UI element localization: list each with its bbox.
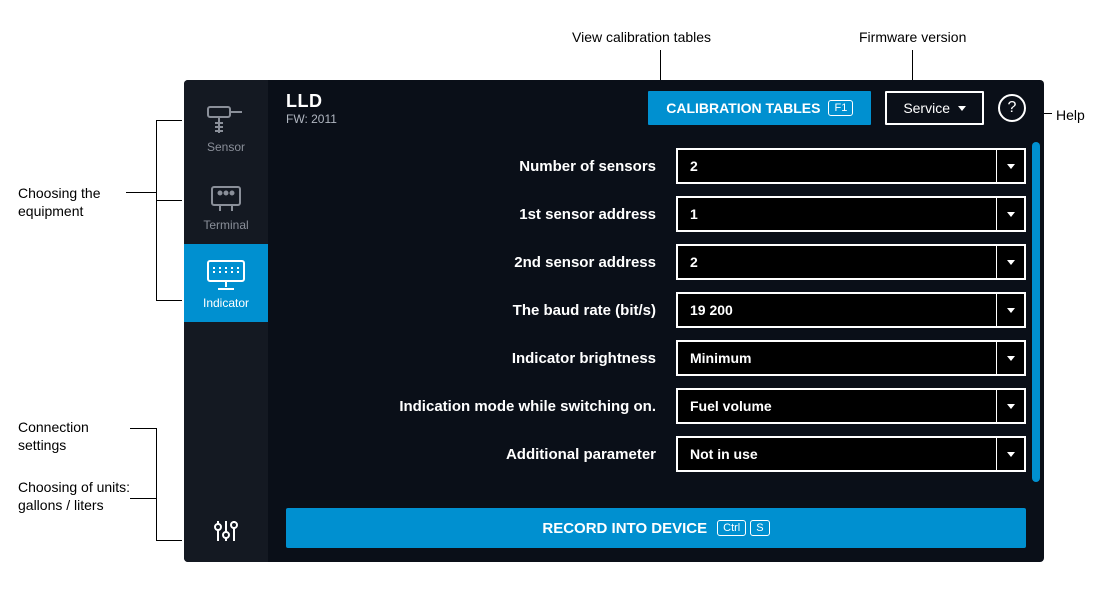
- sidebar-item-sensor[interactable]: Sensor: [184, 88, 268, 166]
- key-hint: S: [750, 520, 769, 536]
- sidebar-label: Indicator: [203, 296, 249, 310]
- annotation-line: [130, 498, 156, 499]
- select-arrow: [996, 438, 1024, 470]
- first-sensor-address-select[interactable]: 1: [676, 196, 1026, 232]
- form-row: 2nd sensor address 2: [286, 238, 1026, 286]
- annotation-line: [156, 540, 182, 541]
- form-row: Number of sensors 2: [286, 142, 1026, 190]
- field-label: Indicator brightness: [286, 350, 656, 367]
- form-area: Number of sensors 2 1st sensor address 1…: [268, 136, 1044, 498]
- field-label: Number of sensors: [286, 158, 656, 175]
- calibration-tables-button[interactable]: CALIBRATION TABLES F1: [648, 91, 871, 125]
- second-sensor-address-select[interactable]: 2: [676, 244, 1026, 280]
- sidebar-label: Sensor: [207, 140, 245, 154]
- chevron-down-icon: [958, 106, 966, 111]
- button-label: RECORD INTO DEVICE: [542, 520, 707, 537]
- scrollbar[interactable]: [1032, 142, 1040, 482]
- service-button[interactable]: Service: [885, 91, 984, 125]
- annotation-calibration: View calibration tables: [572, 28, 711, 46]
- main-panel: LLD FW: 2011 CALIBRATION TABLES F1 Servi…: [268, 80, 1044, 562]
- select-value: Not in use: [678, 446, 996, 462]
- terminal-icon: [206, 178, 246, 218]
- select-value: 19 200: [678, 302, 996, 318]
- additional-parameter-select[interactable]: Not in use: [676, 436, 1026, 472]
- sensor-icon: [206, 100, 246, 140]
- button-label: Service: [903, 100, 950, 116]
- app-window: Sensor Terminal: [184, 80, 1044, 562]
- key-hint: F1: [828, 100, 853, 116]
- form-row: Indication mode while switching on. Fuel…: [286, 382, 1026, 430]
- field-label: 2nd sensor address: [286, 254, 656, 271]
- field-label: The baud rate (bit/s): [286, 302, 656, 319]
- settings-icon[interactable]: [212, 517, 240, 550]
- annotation-equipment: Choosing the equipment: [18, 184, 128, 220]
- select-arrow: [996, 294, 1024, 326]
- button-label: CALIBRATION TABLES: [666, 100, 820, 116]
- firmware-version: FW: 2011: [286, 112, 634, 126]
- select-arrow: [996, 390, 1024, 422]
- select-value: Minimum: [678, 350, 996, 366]
- select-arrow: [996, 246, 1024, 278]
- indication-mode-select[interactable]: Fuel volume: [676, 388, 1026, 424]
- annotation-line: [156, 120, 182, 121]
- annotation-line: [660, 50, 661, 82]
- device-title: LLD: [286, 91, 634, 112]
- help-button[interactable]: ?: [998, 94, 1026, 122]
- help-symbol: ?: [1008, 99, 1017, 117]
- annotation-line: [912, 50, 913, 82]
- field-label: Indication mode while switching on.: [286, 398, 656, 415]
- annotation-units: Choosing of units: gallons / liters: [18, 478, 158, 514]
- field-label: 1st sensor address: [286, 206, 656, 223]
- select-value: 2: [678, 254, 996, 270]
- form-row: Indicator brightness Minimum: [286, 334, 1026, 382]
- brightness-select[interactable]: Minimum: [676, 340, 1026, 376]
- form-row: Additional parameter Not in use: [286, 430, 1026, 478]
- annotation-line: [156, 428, 157, 540]
- number-of-sensors-select[interactable]: 2: [676, 148, 1026, 184]
- annotation-firmware: Firmware version: [859, 28, 966, 46]
- form-row: The baud rate (bit/s) 19 200: [286, 286, 1026, 334]
- sidebar: Sensor Terminal: [184, 80, 268, 562]
- record-into-device-button[interactable]: RECORD INTO DEVICE Ctrl S: [286, 508, 1026, 548]
- select-arrow: [996, 198, 1024, 230]
- select-arrow: [996, 150, 1024, 182]
- annotation-line: [130, 428, 156, 429]
- sidebar-label: Terminal: [203, 218, 248, 232]
- form-row: 1st sensor address 1: [286, 190, 1026, 238]
- baud-rate-select[interactable]: 19 200: [676, 292, 1026, 328]
- annotation-help: Help: [1056, 106, 1085, 124]
- annotation-line: [126, 192, 156, 193]
- field-label: Additional parameter: [286, 446, 656, 463]
- annotation-connection: Connection settings: [18, 418, 128, 454]
- annotation-line: [156, 200, 182, 201]
- footer: RECORD INTO DEVICE Ctrl S: [268, 498, 1044, 562]
- select-value: 1: [678, 206, 996, 222]
- select-value: Fuel volume: [678, 398, 996, 414]
- indicator-icon: [204, 256, 248, 296]
- select-arrow: [996, 342, 1024, 374]
- annotation-line: [156, 120, 157, 300]
- title-block: LLD FW: 2011: [286, 91, 634, 126]
- header: LLD FW: 2011 CALIBRATION TABLES F1 Servi…: [268, 80, 1044, 136]
- select-value: 2: [678, 158, 996, 174]
- sidebar-item-terminal[interactable]: Terminal: [184, 166, 268, 244]
- key-hint: Ctrl: [717, 520, 746, 536]
- sidebar-item-indicator[interactable]: Indicator: [184, 244, 268, 322]
- annotation-line: [156, 300, 182, 301]
- scrollbar-thumb[interactable]: [1032, 142, 1040, 482]
